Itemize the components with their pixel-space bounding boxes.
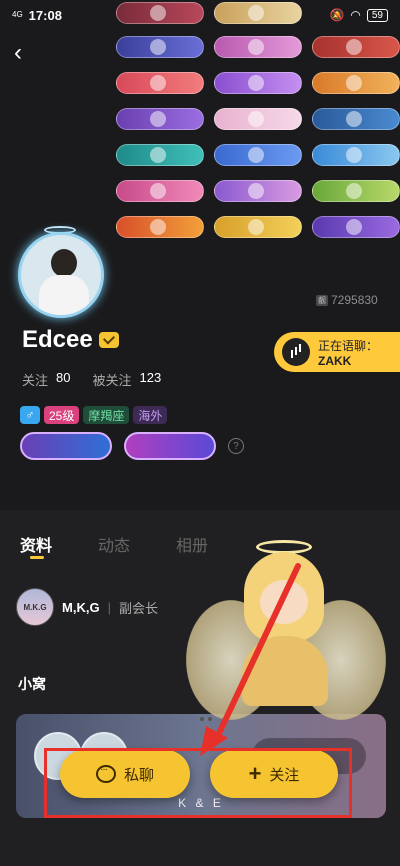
help-icon[interactable]: ? <box>228 438 244 454</box>
badge[interactable] <box>312 36 400 58</box>
voice-room-name: ZAKK <box>318 353 352 368</box>
followers-label: 被关注 <box>92 373 132 388</box>
user-id: 靓 7295830 <box>316 293 378 307</box>
badge[interactable] <box>312 180 400 202</box>
badge[interactable] <box>116 72 204 94</box>
guild-separator: | <box>107 599 111 615</box>
follow-stats: 关注 80 被关注 123 <box>22 370 175 389</box>
level-tag: 25级 <box>44 406 80 424</box>
badge-icon <box>150 147 166 163</box>
battery-indicator: 59 <box>366 8 388 22</box>
voice-wave-icon <box>282 338 310 366</box>
badge-icon <box>346 183 362 199</box>
badge-icon <box>150 75 166 91</box>
badge[interactable] <box>116 180 204 202</box>
badge[interactable] <box>312 216 400 238</box>
badge[interactable] <box>116 108 204 130</box>
badge-row <box>116 144 400 168</box>
badge-icon <box>150 111 166 127</box>
back-button[interactable]: ‹ <box>14 39 38 66</box>
badge-icon <box>248 111 264 127</box>
badge-icon <box>248 147 264 163</box>
badge-row <box>116 180 400 204</box>
followers-count[interactable]: 123 <box>140 370 162 389</box>
gender-icon: ♂ <box>20 406 40 424</box>
badge-icon <box>346 219 362 235</box>
badge[interactable] <box>312 144 400 166</box>
badge[interactable] <box>116 36 204 58</box>
badge[interactable] <box>214 180 302 202</box>
region-tag: 海外 <box>133 406 168 424</box>
badge-row <box>116 36 400 60</box>
badge-icon <box>248 183 264 199</box>
badge-icon <box>346 75 362 91</box>
zodiac-tag: 摩羯座 <box>83 406 130 424</box>
following-count[interactable]: 80 <box>56 370 70 389</box>
badge-icon <box>248 219 264 235</box>
badge[interactable] <box>214 144 302 166</box>
signal-indicator: 4G <box>12 10 23 19</box>
tab-album[interactable]: 相册 <box>176 532 208 556</box>
carousel-dot <box>208 717 212 721</box>
honor-badge[interactable] <box>20 432 112 460</box>
tab-info[interactable]: 资料 <box>20 532 52 559</box>
badge-icon <box>346 39 362 55</box>
nest-section-title: 小窝 <box>18 676 46 692</box>
following-label: 关注 <box>22 373 49 388</box>
uid-value: 7295830 <box>331 293 378 307</box>
badge[interactable] <box>214 216 302 238</box>
status-bar: 4G 17:08 🔕 ◠ 59 <box>0 0 400 30</box>
clock: 17:08 <box>28 7 62 23</box>
badge[interactable] <box>214 36 302 58</box>
highlight-box <box>44 748 352 818</box>
avatar[interactable] <box>18 232 104 318</box>
honor-badges: ? <box>20 432 244 460</box>
verified-icon <box>98 332 119 348</box>
chevron-left-icon: ‹ <box>14 39 22 66</box>
honor-badge[interactable] <box>124 432 216 460</box>
badge-icon <box>248 75 264 91</box>
tab-moments[interactable]: 动态 <box>98 532 130 556</box>
badge-row <box>116 216 400 240</box>
guild-name: M,K,G <box>62 599 100 615</box>
badge-icon <box>248 39 264 55</box>
profile-name: Edcee <box>22 326 93 353</box>
mute-icon: 🔕 <box>329 8 345 22</box>
badge[interactable] <box>312 108 400 130</box>
badge-icon <box>150 39 166 55</box>
badge-icon <box>346 111 362 127</box>
badge[interactable] <box>214 108 302 130</box>
voice-status: 正在语聊： <box>318 338 379 353</box>
badge-icon <box>346 147 362 163</box>
badge[interactable] <box>312 72 400 94</box>
status-icons: 🔕 ◠ 59 <box>329 8 388 22</box>
guild-row[interactable]: M.K.G M,K,G | 副会长 <box>16 588 158 626</box>
badge-row <box>116 108 400 132</box>
uid-tag: 靓 <box>316 295 328 307</box>
wifi-icon: ◠ <box>350 8 361 22</box>
badge-icon <box>150 219 166 235</box>
badge-row <box>116 72 400 96</box>
carousel-dot <box>200 717 204 721</box>
guild-logo: M.K.G <box>16 588 54 626</box>
profile-tabs: 资料 动态 相册 <box>20 532 208 559</box>
badge[interactable] <box>116 216 204 238</box>
badge[interactable] <box>116 144 204 166</box>
badge[interactable] <box>214 72 302 94</box>
voice-room-pill[interactable]: 正在语聊： ZAKK <box>274 332 400 372</box>
profile-name-row: Edcee <box>22 326 119 354</box>
profile-tags: ♂ 25级 摩羯座 海外 <box>20 406 168 424</box>
badge-icon <box>150 183 166 199</box>
guild-role: 副会长 <box>118 600 158 616</box>
